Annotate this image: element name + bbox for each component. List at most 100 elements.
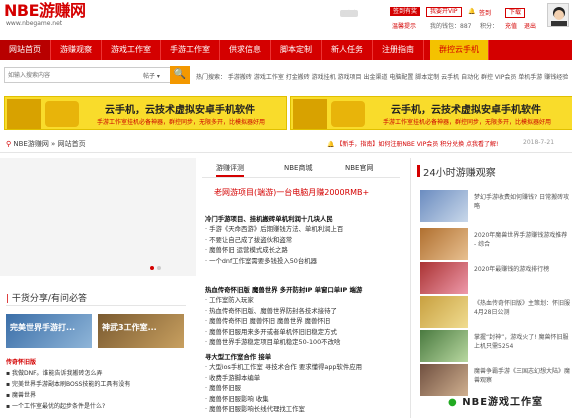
list-item[interactable]: · 魔兽怀旧服影响 收集 <box>205 394 362 404</box>
money-label: 我的钱包：887 <box>430 23 472 30</box>
list-item[interactable]: 《热血传奇怀旧版》主策划：怀旧服4月28日公测 <box>420 296 570 332</box>
image-slider[interactable] <box>0 158 196 276</box>
signin-tag[interactable]: 签到有奖 <box>390 7 421 16</box>
watermark: ● NBE游戏工作室 <box>448 397 544 408</box>
nav-supply[interactable]: 供求信息 <box>220 40 271 60</box>
nav-studio[interactable]: 游戏工作室 <box>102 40 161 60</box>
list-item[interactable]: · 魔兽传奇怀旧 魔兽怀旧 魔兽世界 魔兽怀旧 <box>205 316 362 326</box>
item-title: 魔兽争霸手游《三国志幻想大陆》魔兽观察 <box>474 368 571 384</box>
article-list: 冷门手游项目、挂机搬砖单机利润十几块人民 · 手游《天命西游》后期赚钱方法、单机… <box>205 214 343 266</box>
thumbnail <box>420 330 468 362</box>
tab-shop[interactable]: NBE商城 <box>284 163 312 173</box>
points-label: 积分： <box>480 23 499 30</box>
list-item[interactable]: · 不要让自己成了拔盗伙和盗常 <box>205 235 343 245</box>
bell-icon[interactable]: 🔔 <box>468 8 475 15</box>
list-item[interactable]: ▪ 一个工作室最优的起步条件是什么? <box>6 401 105 410</box>
search-button[interactable]: 🔍 <box>170 66 190 84</box>
nav-newbie[interactable]: 新人任务 <box>322 40 373 60</box>
article-list: 热血传奇怀旧版 魔兽世界 多开防封IP 单窗口单IP 端游 · 工作室防入玩家 … <box>205 285 362 347</box>
divider <box>6 305 186 306</box>
nav-cloud-phone[interactable]: 群控云手机 <box>430 40 489 60</box>
phone-image <box>7 99 41 129</box>
search-box: 帖子 ▾ <box>4 67 190 83</box>
site-url: www.nbegame.net <box>6 20 63 27</box>
tab-review[interactable]: 游赚评测 <box>216 163 244 177</box>
user-name[interactable]: 用户名 <box>340 8 359 17</box>
list-item[interactable]: · 工作室防入玩家 <box>205 295 362 305</box>
article-thumb[interactable]: 完美世界手游打... <box>6 314 92 348</box>
tab-official[interactable]: NBE官网 <box>345 163 373 173</box>
ad-banner-right[interactable]: 云手机，云技术虚拟安卓手机软件 手游工作室挂机必备神器，群控同步，无限多开，比模… <box>290 96 572 130</box>
list-item[interactable]: 2020年最赚钱的游戏排行榜 <box>420 262 570 298</box>
nav-mobile-studio[interactable]: 手游工作室 <box>161 40 220 60</box>
list-item[interactable]: 2020年魔兽世界手游赚钱游戏推荐 - 综合 <box>420 228 570 264</box>
list-item[interactable]: · 魔兽怀旧服用来多开或者单机怀旧旧稳定方式 <box>205 327 362 337</box>
list-item[interactable]: 传奇怀旧版 <box>6 357 36 366</box>
list-item[interactable]: · 魔兽怀旧服 <box>205 383 362 393</box>
item-title: 2020年最赚钱的游戏排行榜 <box>474 266 550 273</box>
site-logo[interactable]: NBE游赚网 <box>4 3 86 19</box>
nav-register[interactable]: 注册指南 <box>373 40 424 60</box>
section-title: 24小时游赚观察 <box>423 168 496 179</box>
sign-link[interactable]: 签到 <box>479 8 491 17</box>
recharge-link[interactable]: 充值 <box>505 21 517 30</box>
banner-subtitle: 手游工作室挂机必备神器，群控同步，无限多开，比模拟器好用 <box>383 119 552 126</box>
article-thumb[interactable]: 神武3工作室... <box>98 314 184 348</box>
list-item[interactable]: ▪ 我做DNF。谁能告诉我搬砖怎么弄 <box>6 368 103 377</box>
search-icon: 🔍 <box>173 69 187 80</box>
thumbnail <box>420 262 468 294</box>
nav-observe[interactable]: 游赚观察 <box>51 40 102 60</box>
headline-link[interactable]: 老网游项目(端游)一台电脑月赚2000RMB+ <box>214 187 369 198</box>
nav-home[interactable]: 网站首页 <box>0 40 51 60</box>
logout-link[interactable]: 退出 <box>524 21 536 30</box>
divider <box>410 158 411 418</box>
list-item[interactable]: ▪ 魔兽世界 <box>6 390 36 399</box>
divider <box>0 152 572 153</box>
wechat-icon: ● <box>448 397 458 408</box>
list-item[interactable]: · 魔兽怀旧服影响长线代理找工作室 <box>205 404 362 414</box>
list-item[interactable]: 热血传奇怀旧版 魔兽世界 多开防封IP 单窗口单IP 端游 <box>205 285 362 295</box>
list-item[interactable]: 梦幻手游收费如何赚钱? 日常搬砖攻略 <box>420 190 570 226</box>
item-title: 2020年魔兽世界手游赚钱游戏推荐 - 综合 <box>474 232 568 248</box>
list-item[interactable]: · 魔兽世界手游稳定项目单机稳定50-100不改啥 <box>205 337 362 347</box>
speaker-icon: 🔔 <box>327 141 335 148</box>
thumbnail <box>420 296 468 328</box>
slider-dot[interactable] <box>150 266 154 270</box>
list-item[interactable]: · 手游《天命西游》后期赚钱方法、单机利润上百 <box>205 224 343 234</box>
ad-banner-left[interactable]: 云手机，云技术虚拟安卓手机软件 手游工作室挂机必备神器，群控同步，无限多开，比模… <box>4 96 287 130</box>
main-nav: 网站首页 游赚观察 游戏工作室 手游工作室 供求信息 脚本定制 新人任务 注册指… <box>0 40 572 60</box>
banner-title: 云手机，云技术虚拟安卓手机软件 <box>391 105 541 116</box>
hot-keywords[interactable]: 热门搜索： 手游搬砖 游戏工作室 打金搬砖 游戏挂机 游戏项目 出金渠道 电脑配… <box>196 72 568 81</box>
divider <box>202 177 400 178</box>
notice-marquee[interactable]: 🔔 【新手，指南】如何注册NBE VIP会员 积分兑换 点我看了解! <box>327 139 498 148</box>
list-item[interactable]: · 收费手游脚本编单 <box>205 373 362 383</box>
list-item[interactable]: · 一个dnf工作室需要多钱投入50台机器 <box>205 256 343 266</box>
notice-link[interactable]: 温馨提示 <box>392 21 416 30</box>
tag-link[interactable]: 下载 <box>505 8 526 18</box>
banner-subtitle: 手游工作室挂机必备神器，群控同步，无限多开，比模拟器好用 <box>97 119 266 126</box>
vip-tag[interactable]: 我要开VIP <box>426 7 462 17</box>
list-item[interactable]: 冷门手游项目、挂机搬砖单机利润十几块人民 <box>205 214 343 224</box>
search-type-select[interactable]: 帖子 ▾ <box>143 71 160 80</box>
hand-phone-image <box>331 101 365 127</box>
banner-title: 云手机，云技术虚拟安卓手机软件 <box>105 105 255 116</box>
nav-script[interactable]: 脚本定制 <box>271 40 322 60</box>
avatar[interactable] <box>547 3 569 27</box>
list-item[interactable]: · 热血传奇怀旧版、魔兽世界防封各技术接待了 <box>205 306 362 316</box>
list-item[interactable]: ▪ 完美世界手游副本刷BOSS技能的工具有没有 <box>6 379 130 388</box>
thumbnail <box>420 364 468 396</box>
search-input[interactable] <box>5 68 135 82</box>
hand-phone-image <box>45 101 79 127</box>
list-item[interactable]: · 大型ios手机工作室 寻技术合作 要求懂得app软件应用 <box>205 362 362 372</box>
breadcrumb[interactable]: ⚲ NBE游赚网 » 网站首页 <box>6 139 86 149</box>
list-item[interactable]: 寻大型工作室合作 接单 <box>205 352 362 362</box>
list-item[interactable]: · 魔兽怀旧 运营模式成长之路 <box>205 245 343 255</box>
notice-date: 2018-7-21 <box>523 139 555 146</box>
phone-image <box>293 99 327 129</box>
thumbnail <box>420 190 468 222</box>
section-title: | 干货分享/有问必答 <box>6 294 87 304</box>
list-item[interactable]: 掌握“封神”，游戏火了! 魔兽怀旧服上机只需5254 <box>420 330 570 366</box>
item-title: 掌握“封神”，游戏火了! 魔兽怀旧服上机只需5254 <box>474 334 569 350</box>
thumbnail <box>420 228 468 260</box>
slider-dot[interactable] <box>157 266 161 270</box>
